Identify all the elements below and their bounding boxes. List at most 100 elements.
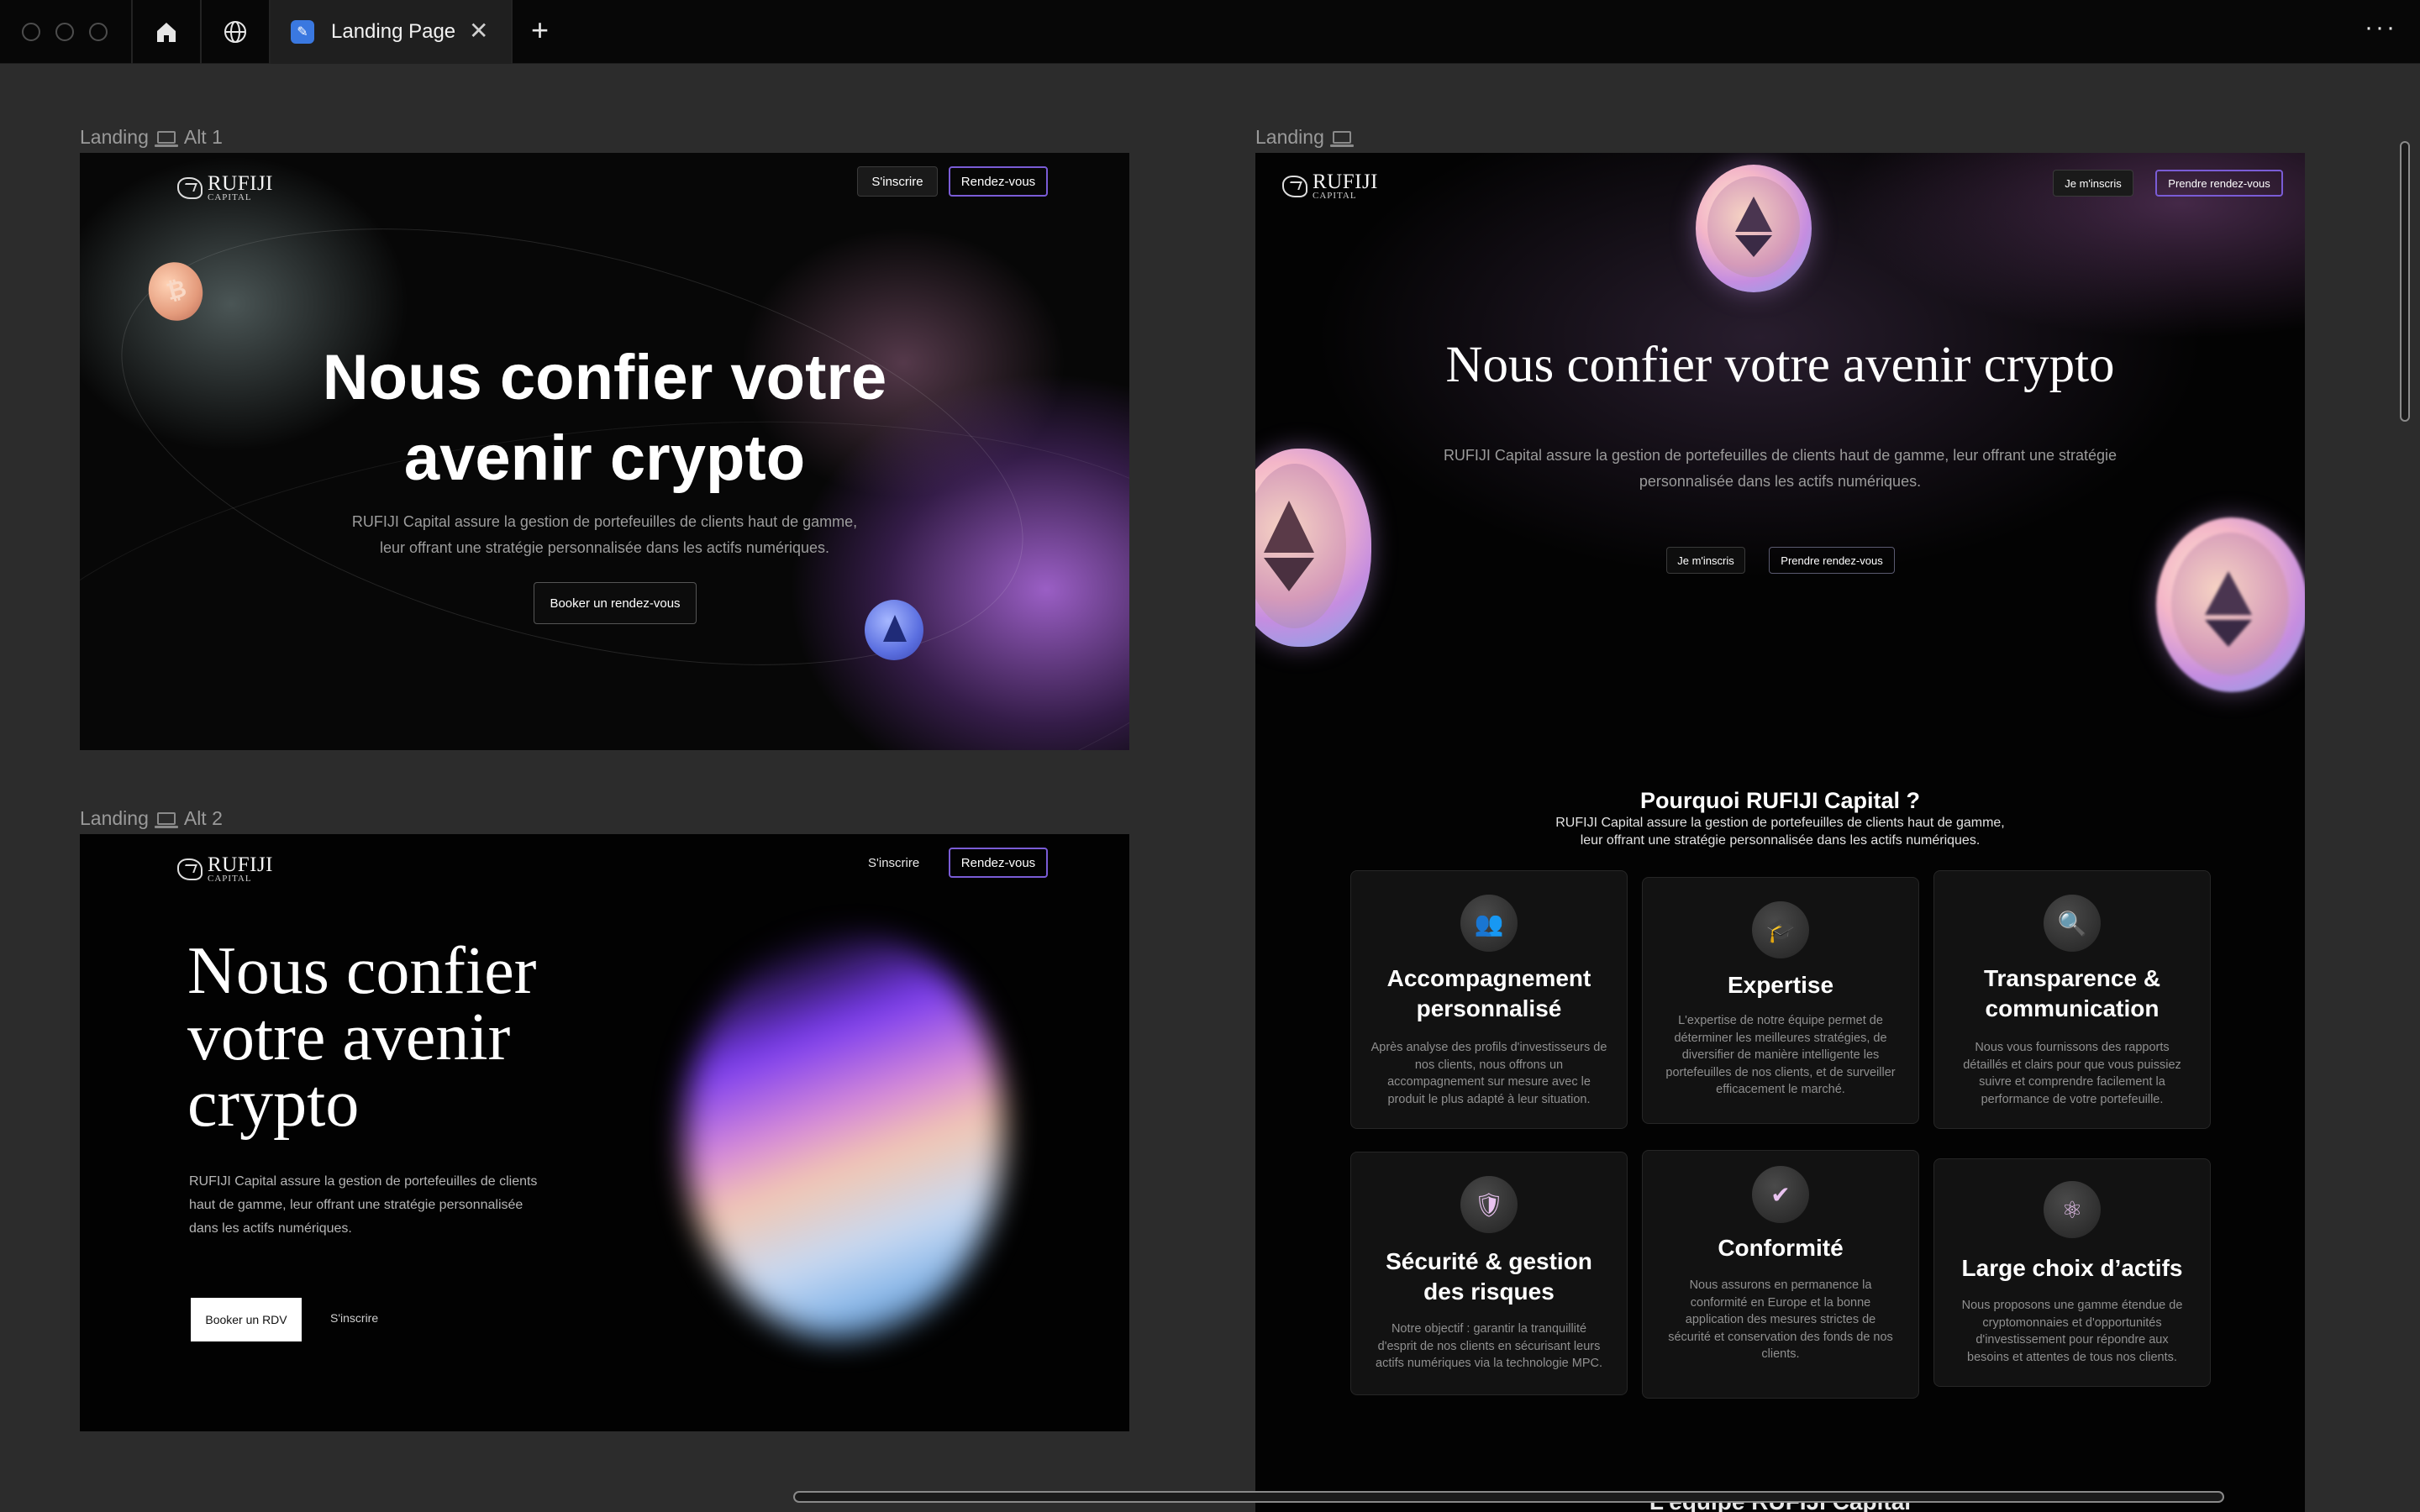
home-icon[interactable] xyxy=(150,15,183,49)
rufiji-logo[interactable]: RUFIJI CAPITAL xyxy=(1282,171,1378,201)
logo-sub: CAPITAL xyxy=(1313,191,1357,201)
window-minimize-control[interactable] xyxy=(55,23,74,41)
feature-card-body-line: L'expertise de notre équipe permet de xyxy=(1678,1014,1883,1027)
magnifier-icon: 🔍 xyxy=(2044,895,2101,952)
shield-icon: 🛡 xyxy=(1460,1176,1518,1233)
frame-label-text: Landing xyxy=(80,126,149,148)
hero-subtext: RUFIJI Capital assure la gestion de port… xyxy=(1255,443,2305,495)
gradient-blob xyxy=(685,935,1004,1338)
signup-button[interactable]: S'inscrire xyxy=(857,166,938,197)
signup-link-secondary[interactable]: S'inscrire xyxy=(330,1311,378,1325)
feature-card-body-line: conformité en Europe et la bonne xyxy=(1690,1295,1871,1310)
crypto-coin-icon xyxy=(865,600,923,660)
vertical-scrollbar[interactable] xyxy=(2400,141,2410,422)
ethereum-coin-icon xyxy=(1696,165,1812,292)
appointment-button[interactable]: Rendez-vous xyxy=(949,848,1048,878)
figma-file-icon: ✎ xyxy=(291,20,314,44)
rufiji-logo[interactable]: RUFIJI CAPITAL xyxy=(177,173,273,202)
feature-card[interactable]: 👥 Accompagnement personnalisé Après anal… xyxy=(1350,870,1628,1129)
appointment-button[interactable]: Rendez-vous xyxy=(949,166,1048,197)
feature-card-body-line: Nous vous fournissons des rapports xyxy=(1975,1041,2170,1054)
signup-button[interactable]: Je m'inscris xyxy=(2053,170,2133,197)
hero-signup-button[interactable]: Je m'inscris xyxy=(1666,547,1745,574)
tab-close-icon[interactable]: ✕ xyxy=(469,17,488,45)
feature-card-body: Notre objectif : garantir la tranquillit… xyxy=(1366,1320,1612,1373)
feature-card-body-line: d'investissement pour répondre aux xyxy=(1975,1333,2169,1347)
hero-subtext-line: leur offrant une stratégie personnalisée… xyxy=(380,539,829,556)
feature-card-body: L'expertise de notre équipe permet de dé… xyxy=(1658,1012,1903,1099)
graduation-cap-icon: 🎓 xyxy=(1752,901,1809,958)
rufiji-logo[interactable]: RUFIJI CAPITAL xyxy=(177,854,273,884)
logo-name: RUFIJI xyxy=(208,172,274,195)
logo-name: RUFIJI xyxy=(1313,171,1379,193)
feature-card-body-line: sécurité et conservation des fonds de no… xyxy=(1668,1330,1893,1344)
frame-label-alt1[interactable]: Landing Alt 1 xyxy=(80,126,223,149)
feature-card-title-line: Transparence & xyxy=(1983,965,2161,991)
feature-card-title: Conformité xyxy=(1718,1235,1844,1261)
toolbar-divider xyxy=(200,0,202,64)
frame-landing-alt2[interactable]: RUFIJI CAPITAL S'inscrire Rendez-vous No… xyxy=(80,834,1129,1431)
hero-subtext-line: personnalisée dans les actifs numériques… xyxy=(1639,473,1922,490)
why-subtext-line: RUFIJI Capital assure la gestion de port… xyxy=(1555,816,2005,830)
feature-card-body-line: détaillés et clairs pour que vous puissi… xyxy=(1963,1058,2181,1072)
hero-subtext-line: dans les actifs numériques. xyxy=(189,1221,352,1236)
tab-landing-page[interactable]: ✎ Landing Page ✕ xyxy=(271,0,511,64)
toolbar-divider xyxy=(511,0,513,64)
more-options-icon[interactable]: ··· xyxy=(2365,13,2397,42)
badge-check-icon: ✔ xyxy=(1752,1166,1809,1223)
feature-card-title: Large choix d’actifs xyxy=(1961,1255,2183,1281)
frame-label-text: Landing xyxy=(80,807,149,829)
feature-card-body-line: cryptomonnaies et d'opportunités xyxy=(1982,1315,2162,1330)
new-tab-button[interactable]: + xyxy=(531,12,549,49)
feature-card-body: Nous proposons une gamme étendue de cryp… xyxy=(1949,1297,2195,1366)
hero-headline-line: crypto xyxy=(187,1067,360,1141)
book-rdv-button[interactable]: Booker un RDV xyxy=(191,1298,302,1341)
globe-icon[interactable] xyxy=(218,15,252,49)
appointment-button[interactable]: Prendre rendez-vous xyxy=(2155,170,2283,197)
logo-name: RUFIJI xyxy=(208,853,274,876)
hero-subtext-line: RUFIJI Capital assure la gestion de port… xyxy=(189,1174,538,1189)
frame-landing-alt1[interactable]: RUFIJI CAPITAL S'inscrire Rendez-vous ₿ … xyxy=(80,153,1129,750)
why-subtext: RUFIJI Capital assure la gestion de port… xyxy=(1255,814,2305,849)
signup-link[interactable]: S'inscrire xyxy=(868,856,919,870)
feature-card[interactable]: ⚛ Large choix d’actifs Nous proposons un… xyxy=(1933,1158,2211,1387)
hero-appointment-button[interactable]: Prendre rendez-vous xyxy=(1769,547,1895,574)
laptop-icon xyxy=(154,131,178,147)
hero-subtext-line: RUFIJI Capital assure la gestion de port… xyxy=(351,513,858,530)
feature-card-body-line: accompagnement sur mesure avec le xyxy=(1387,1075,1591,1089)
horizontal-scrollbar[interactable] xyxy=(793,1491,2224,1503)
feature-card-body-line: actifs numériques via la technologie MPC… xyxy=(1376,1357,1602,1370)
why-title: Pourquoi RUFIJI Capital ? xyxy=(1639,788,1920,813)
frame-label-alt2[interactable]: Landing Alt 2 xyxy=(80,807,223,830)
feature-card-body-line: nos clients, nous offrons un xyxy=(1414,1058,1564,1072)
frame-label-main[interactable]: Landing xyxy=(1255,126,1355,149)
feature-card-body-line: suivre et comprendre facilement la xyxy=(1979,1075,2165,1089)
feature-card-body-line: besoins et attentes de tous nos clients. xyxy=(1967,1350,2177,1364)
people-icon: 👥 xyxy=(1460,895,1518,952)
feature-card-body-line: Nous proposons une gamme étendue de xyxy=(1961,1299,2183,1312)
feature-card[interactable]: 🎓 Expertise L'expertise de notre équipe … xyxy=(1642,877,1919,1124)
feature-card-body-line: Après analyse des profils d'investisseur… xyxy=(1370,1041,1607,1054)
hero-headline-line: avenir crypto xyxy=(403,423,806,494)
feature-card-title-line: Sécurité & gestion xyxy=(1386,1248,1592,1274)
ethereum-coin-icon xyxy=(2156,517,2305,692)
frame-landing-main[interactable]: RUFIJI CAPITAL Je m'inscris Prendre rend… xyxy=(1255,153,2305,1512)
logo-sub: CAPITAL xyxy=(208,192,252,202)
feature-card-title-line: des risques xyxy=(1423,1278,1555,1305)
logo-sub: CAPITAL xyxy=(208,874,252,884)
feature-card[interactable]: 🔍 Transparence & communication Nous vous… xyxy=(1933,870,2211,1129)
window-zoom-control[interactable] xyxy=(89,23,108,41)
feature-card[interactable]: ✔ Conformité Nous assurons en permanence… xyxy=(1642,1150,1919,1399)
hero-subtext: RUFIJI Capital assure la gestion de port… xyxy=(189,1170,537,1241)
feature-card-body: Nous assurons en permanence la conformit… xyxy=(1658,1277,1903,1363)
window-close-control[interactable] xyxy=(22,23,40,41)
feature-card-body: Après analyse des profils d'investisseur… xyxy=(1366,1039,1612,1108)
laptop-icon xyxy=(154,812,178,828)
feature-card-body-line: portefeuilles de nos clients, et de surv… xyxy=(1665,1065,1896,1079)
frame-label-suffix: Alt 1 xyxy=(183,126,223,148)
lion-logo-icon xyxy=(1282,175,1307,197)
feature-card-body-line: application des mesures strictes de xyxy=(1685,1313,1876,1326)
book-appointment-button[interactable]: Booker un rendez-vous xyxy=(534,582,697,624)
feature-card[interactable]: 🛡 Sécurité & gestion des risques Notre o… xyxy=(1350,1152,1628,1395)
hero-headline-line: votre avenir xyxy=(187,1000,511,1074)
